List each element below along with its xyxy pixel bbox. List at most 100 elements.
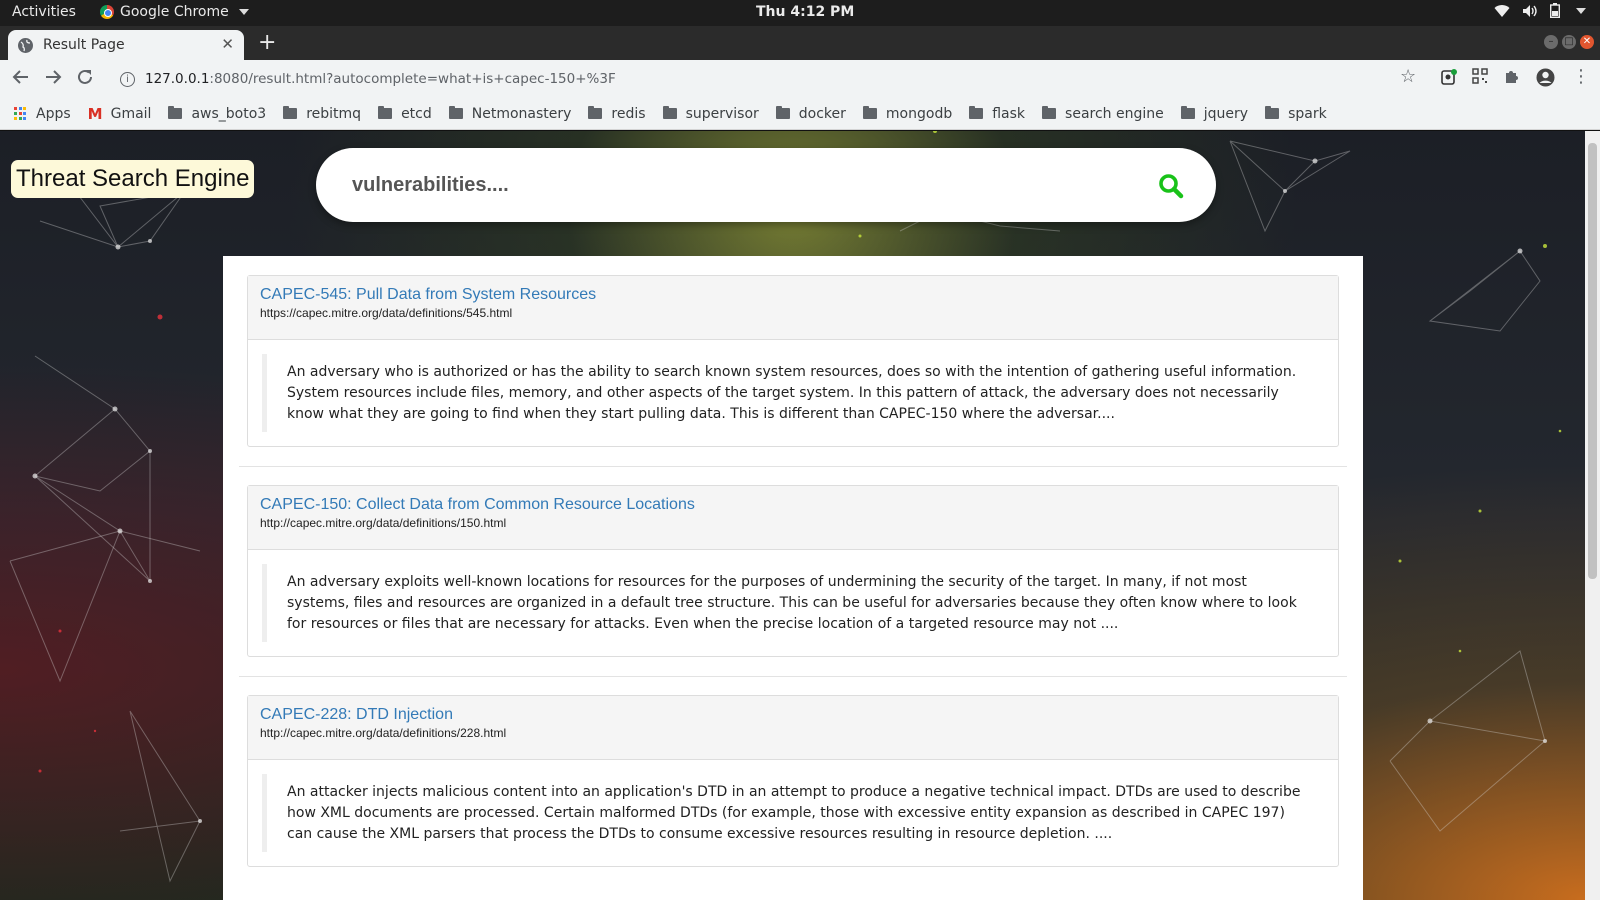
system-menu-caret-icon[interactable]: [1576, 7, 1586, 14]
reload-icon[interactable]: [76, 68, 94, 91]
folder-icon: [1265, 106, 1280, 119]
result-header: CAPEC-228: DTD Injection http://capec.mi…: [248, 696, 1338, 760]
result-divider: [239, 466, 1347, 467]
search-input[interactable]: [352, 168, 1112, 202]
result-body: An attacker injects malicious content in…: [248, 760, 1338, 866]
bookmark-label: etcd: [401, 105, 432, 122]
result-snippet: An attacker injects malicious content in…: [262, 774, 1324, 852]
tab-result-page[interactable]: Result Page ✕: [8, 30, 244, 60]
brand-logo[interactable]: Threat Search Engine: [11, 160, 255, 198]
app-menu[interactable]: Google Chrome: [100, 4, 249, 20]
forward-arrow-icon[interactable]: [44, 68, 62, 91]
system-top-bar: Activities Google Chrome Thu 4:12 PM: [0, 0, 1600, 26]
result-title-link[interactable]: CAPEC-545: Pull Data from System Resourc…: [260, 286, 1326, 304]
browser-toolbar: i 127.0.0.1:8080/result.html?autocomplet…: [0, 60, 1600, 98]
search-icon[interactable]: [1158, 173, 1184, 199]
bookmark-label: Gmail: [110, 105, 152, 122]
folder-icon: [1180, 106, 1195, 119]
close-window-button[interactable]: ✕: [1580, 35, 1594, 49]
window-controls: – □ ✕: [1544, 35, 1594, 49]
folder-icon: [588, 106, 603, 119]
maximize-button[interactable]: □: [1562, 35, 1576, 49]
qr-code-icon[interactable]: [1472, 68, 1490, 86]
volume-icon[interactable]: [1522, 4, 1538, 18]
url-path: :8080/result.html?autocomplete=what+is+c…: [209, 71, 616, 87]
bookmark-mongodb[interactable]: mongodb: [862, 105, 953, 122]
bookmark-label: jquery: [1203, 105, 1249, 122]
bookmark-label: supervisor: [685, 105, 759, 122]
bookmark-netmonastery[interactable]: Netmonastery: [448, 105, 572, 122]
folder-icon: [862, 106, 877, 119]
page-favicon-icon: [18, 37, 33, 53]
result-url: https://capec.mitre.org/data/definitions…: [260, 306, 513, 320]
url-host: 127.0.0.1: [145, 71, 210, 87]
extensions-puzzle-icon[interactable]: [1504, 68, 1522, 86]
bookmark-label: mongodb: [885, 105, 953, 122]
tab-strip: Result Page ✕ + – □ ✕: [0, 26, 1600, 60]
apps-grid-icon: [14, 107, 27, 120]
site-info-icon[interactable]: i: [120, 71, 135, 87]
bookmark-label: spark: [1288, 105, 1327, 122]
bookmark-etcd[interactable]: etcd: [378, 106, 432, 122]
folder-icon: [1042, 106, 1057, 119]
new-tab-button[interactable]: +: [258, 30, 276, 55]
activities-button[interactable]: Activities: [12, 4, 76, 20]
system-tray[interactable]: [1494, 3, 1586, 18]
result-panel: CAPEC-150: Collect Data from Common Reso…: [247, 485, 1339, 657]
battery-icon[interactable]: [1550, 3, 1560, 18]
bookmark-label: aws_boto3: [191, 105, 267, 122]
result-snippet: An adversary exploits well-known locatio…: [262, 564, 1324, 642]
bookmark-spark[interactable]: spark: [1265, 106, 1327, 122]
bookmark-label: search engine: [1065, 105, 1164, 122]
folder-icon: [283, 106, 298, 119]
bookmark-rebitmq[interactable]: rebitmq: [283, 106, 361, 122]
tab-title: Result Page: [43, 37, 125, 53]
results-container: CAPEC-545: Pull Data from System Resourc…: [223, 256, 1363, 900]
result-body: An adversary exploits well-known locatio…: [248, 550, 1338, 656]
page-scrollbar[interactable]: [1585, 131, 1600, 900]
bookmarks-bar: Apps M Gmail aws_boto3 rebitmq etcd Netm…: [0, 98, 1600, 130]
bookmark-label: redis: [611, 105, 646, 122]
bookmark-aws-boto3[interactable]: aws_boto3: [168, 106, 266, 122]
bookmark-docker[interactable]: docker: [775, 105, 846, 122]
app-name: Google Chrome: [120, 4, 229, 20]
gmail-icon: M: [87, 104, 103, 123]
result-body: An adversary who is authorized or has th…: [248, 340, 1338, 446]
scrollbar-thumb[interactable]: [1588, 143, 1597, 579]
folder-icon: [662, 106, 677, 119]
result-title-link[interactable]: CAPEC-228: DTD Injection: [260, 706, 1326, 724]
result-header: CAPEC-545: Pull Data from System Resourc…: [248, 276, 1338, 340]
wifi-icon[interactable]: [1494, 4, 1510, 18]
bookmark-apps[interactable]: Apps: [14, 106, 71, 122]
bookmark-label: rebitmq: [306, 105, 362, 122]
folder-icon: [168, 106, 183, 119]
page-viewport: Threat Search Engine CAPEC-545: Pull Dat…: [0, 131, 1585, 900]
folder-icon: [969, 106, 984, 119]
search-bar: [316, 148, 1216, 222]
result-divider: [239, 676, 1347, 677]
result-url: http://capec.mitre.org/data/definitions/…: [260, 726, 507, 740]
back-arrow-icon[interactable]: [12, 68, 30, 91]
address-bar[interactable]: i 127.0.0.1:8080/result.html?autocomplet…: [108, 64, 1408, 94]
clock[interactable]: Thu 4:12 PM: [756, 4, 854, 20]
tab-close-icon[interactable]: ✕: [221, 35, 234, 53]
browser-menu-icon[interactable]: ⋮: [1572, 66, 1590, 87]
bookmark-redis[interactable]: redis: [588, 105, 646, 122]
profile-avatar-icon[interactable]: [1536, 68, 1555, 87]
bookmark-supervisor[interactable]: supervisor: [662, 105, 759, 122]
result-panel: CAPEC-228: DTD Injection http://capec.mi…: [247, 695, 1339, 867]
extension-puzzle-green-icon[interactable]: [1440, 68, 1458, 86]
folder-icon: [775, 106, 790, 119]
minimize-button[interactable]: –: [1544, 35, 1558, 49]
result-url: http://capec.mitre.org/data/definitions/…: [260, 516, 507, 530]
bookmark-jquery[interactable]: jquery: [1180, 105, 1249, 122]
result-header: CAPEC-150: Collect Data from Common Reso…: [248, 486, 1338, 550]
bookmark-label: docker: [798, 105, 846, 122]
result-title-link[interactable]: CAPEC-150: Collect Data from Common Reso…: [260, 496, 1326, 514]
bookmark-search-engine[interactable]: search engine: [1042, 106, 1164, 122]
bookmark-star-icon[interactable]: ☆: [1400, 66, 1416, 87]
bookmark-flask[interactable]: flask: [969, 106, 1025, 122]
bookmark-label: Netmonastery: [471, 105, 572, 122]
chrome-icon: [100, 5, 114, 19]
bookmark-gmail[interactable]: M Gmail: [88, 105, 152, 123]
